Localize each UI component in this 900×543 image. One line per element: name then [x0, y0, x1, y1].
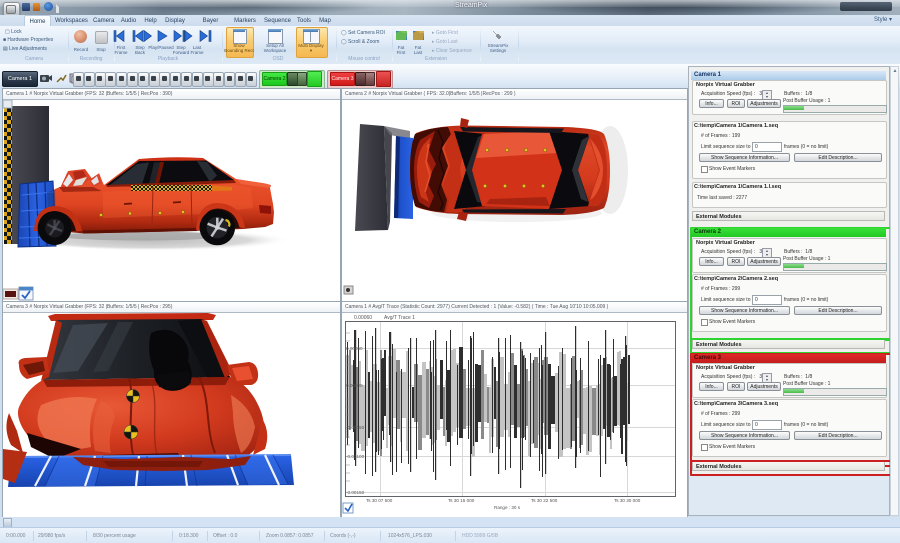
svg-text:-0.00150: -0.00150: [346, 490, 365, 495]
svg-text:Ts 30 15 000: Ts 30 15 000: [448, 498, 475, 503]
svg-text:Range : 30 s: Range : 30 s: [494, 505, 521, 510]
svg-text:Ts 30 22 500: Ts 30 22 500: [531, 498, 558, 503]
svg-text:0.00000: 0.00000: [346, 383, 363, 388]
svg-text:-0.00100: -0.00100: [346, 454, 365, 459]
svg-text:Ts 30 07 500: Ts 30 07 500: [366, 498, 393, 503]
svg-text:Ts 30 30 000: Ts 30 30 000: [614, 498, 641, 503]
svg-text:0.00060: 0.00060: [354, 315, 372, 321]
svg-text:-0.00050: -0.00050: [346, 425, 365, 430]
svg-text:0.00050: 0.00050: [346, 346, 363, 351]
svg-text:Avg/T Trace 1: Avg/T Trace 1: [384, 315, 415, 321]
